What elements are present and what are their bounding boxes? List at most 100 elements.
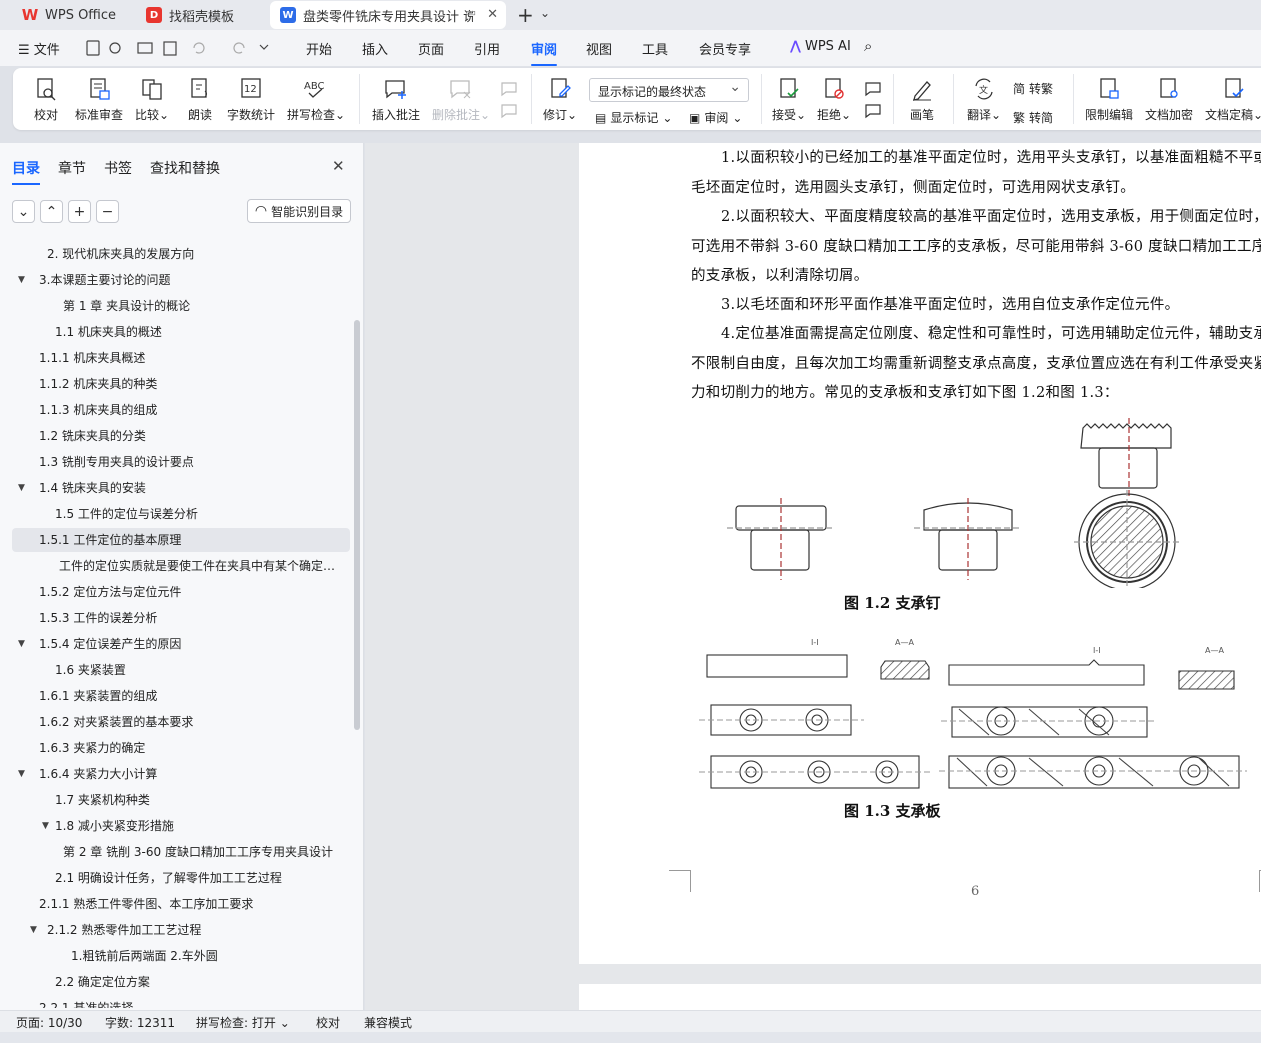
toc-item[interactable]: 2.2 确定定位方案 <box>12 970 350 994</box>
toc-item[interactable]: 2. 现代机床夹具的发展方向 <box>12 242 350 266</box>
comment-nav-icons[interactable] <box>499 80 519 120</box>
toc-item-label: 1.6 夹紧装置 <box>55 663 126 677</box>
tab-current-document[interactable]: W 盘类零件铣床专用夹具设计 说 ▭ ✕ <box>270 1 506 29</box>
nav-tab-bookmarks[interactable]: 书签 <box>104 158 132 178</box>
search-icon[interactable]: ⌕ <box>864 37 872 55</box>
toc-item[interactable]: 第 2 章 铣削 3-60 度缺口精加工工序专用夹具设计 <box>12 840 350 864</box>
proof-button[interactable]: 校对 <box>33 76 59 123</box>
reject-button[interactable]: 拒绝⌄ <box>817 76 851 123</box>
toc-item[interactable]: 1.2 铣床夹具的分类 <box>12 424 350 448</box>
toc-item[interactable]: 工件的定位实质就是要使工件在夹具中有某个确定的正确加工位置... <box>12 554 350 578</box>
tab-list-chevron-icon[interactable]: ⌄ <box>540 6 550 20</box>
toc-item[interactable]: ▼ 1.5.4 定位误差产生的原因 <box>12 632 350 656</box>
expand-triangle-icon[interactable]: ▼ <box>30 918 37 942</box>
toc-item[interactable]: ▼ 2.1.2 熟悉零件加工工艺过程 <box>12 918 350 942</box>
next-document-page[interactable] <box>579 984 1261 1010</box>
toc-item[interactable]: 1.1.3 机床夹具的组成 <box>12 398 350 422</box>
word-count-indicator[interactable]: 字数: 12311 <box>105 1014 175 1031</box>
read-aloud-button[interactable]: 朗读 <box>187 76 213 123</box>
compare-button[interactable]: 比较⌄ <box>135 76 169 123</box>
menu-tools[interactable]: 工具 <box>642 39 668 58</box>
remove-heading-button[interactable]: − <box>96 200 119 223</box>
toc-item[interactable]: 1.6.3 夹紧力的确定 <box>12 736 350 760</box>
collapse-all-button[interactable]: ⌄ <box>12 200 35 223</box>
close-pane-icon[interactable]: ✕ <box>332 157 345 175</box>
redo-icon <box>233 42 245 54</box>
menu-member[interactable]: 会员专享 <box>699 39 751 58</box>
toc-item[interactable]: 1.5.2 定位方法与定位元件 <box>12 580 350 604</box>
toc-item[interactable]: 1.5.3 工件的误差分析 <box>12 606 350 630</box>
accept-button[interactable]: 接受⌄ <box>772 76 806 123</box>
expand-triangle-icon[interactable]: ▼ <box>18 476 25 500</box>
smart-toc-button[interactable]: ◠ 智能识别目录 <box>247 199 351 223</box>
review-pane-button[interactable]: ▣ 审阅 ⌄ <box>689 109 742 126</box>
svg-text:12: 12 <box>244 84 257 95</box>
markup-state-dropdown[interactable]: 显示标记的最终状态 <box>589 78 749 102</box>
page-indicator[interactable]: 页面: 10/30 <box>16 1014 82 1031</box>
doc-finalize-button[interactable]: 文档定稿⌄ <box>1205 76 1261 123</box>
spell-check-button[interactable]: ABC 拼写检查⌄ <box>287 76 345 123</box>
expand-triangle-icon[interactable]: ▼ <box>18 762 25 786</box>
toc-item[interactable]: 1.6.1 夹紧装置的组成 <box>12 684 350 708</box>
wps-ai-button[interactable]: ⋀ WPS AI <box>790 39 851 54</box>
menu-review[interactable]: 审阅 <box>531 39 558 66</box>
pen-button[interactable]: 画笔 <box>909 76 935 123</box>
delete-comment-button[interactable]: 删除批注⌄ <box>432 76 490 123</box>
change-nav-icons[interactable] <box>863 80 883 120</box>
toc-item[interactable]: 2.1 明确设计任务，了解零件加工工艺过程 <box>12 866 350 890</box>
toc-item[interactable]: 1.6.2 对夹紧装置的基本要求 <box>12 710 350 734</box>
menu-view[interactable]: 视图 <box>586 39 612 58</box>
toc-item[interactable]: 1.5 工件的定位与误差分析 <box>12 502 350 526</box>
toc-item[interactable]: 1.粗铣前后两端面 2.车外圆 <box>12 944 350 968</box>
tab-docer-templates[interactable]: D 找稻壳模板 <box>136 1 262 29</box>
toc-item[interactable]: ▼ 1.8 减小夹紧变形措施 <box>12 814 350 838</box>
new-tab-button[interactable]: + <box>517 3 534 27</box>
toc-item-label: 第 1 章 夹具设计的概论 <box>63 299 191 313</box>
toc-item[interactable]: 第 1 章 夹具设计的概论 <box>12 294 350 318</box>
doc-encrypt-button[interactable]: 文档加密 <box>1145 76 1193 123</box>
add-heading-button[interactable]: + <box>68 200 91 223</box>
expand-triangle-icon[interactable]: ▼ <box>18 632 25 656</box>
menu-start[interactable]: 开始 <box>306 39 332 58</box>
toc-item[interactable]: ▼ 1.6.4 夹紧力大小计算 <box>12 762 350 786</box>
expand-up-button[interactable]: ⌃ <box>40 200 63 223</box>
tab-wps-office[interactable]: W WPS Office <box>12 1 128 29</box>
plate-a-section: A—A <box>880 638 930 680</box>
word-count-button[interactable]: 12 字数统计 <box>227 76 275 123</box>
close-tab-icon[interactable]: ✕ <box>487 7 498 22</box>
toc-item[interactable]: 1.1 机床夹具的概述 <box>12 320 350 344</box>
toc-item[interactable]: 2.2.1 基准的选择 <box>12 996 350 1008</box>
menu-insert[interactable]: 插入 <box>362 39 388 58</box>
toc-item[interactable]: 1.1.2 机床夹具的种类 <box>12 372 350 396</box>
file-menu[interactable]: ☰ 文件 <box>18 39 60 58</box>
toc-item[interactable]: 1.6 夹紧装置 <box>12 658 350 682</box>
to-traditional-button[interactable]: 简转繁 <box>1013 80 1053 97</box>
insert-comment-button[interactable]: 插入批注 <box>372 76 420 123</box>
document-page[interactable]: 1.以面积较小的已经加工的基准平面定位时，选用平头支承钉，以基准面粗糙不平或毛坯… <box>579 143 1261 964</box>
show-markup-button[interactable]: ▤ 显示标记 ⌄ <box>595 109 672 126</box>
toc-item[interactable]: 1.1.1 机床夹具概述 <box>12 346 350 370</box>
translate-button[interactable]: 文 翻译⌄ <box>967 76 1001 123</box>
toc-item[interactable]: 1.7 夹紧机构种类 <box>12 788 350 812</box>
nav-tab-toc[interactable]: 目录 <box>12 158 40 185</box>
spell-check-indicator[interactable]: 拼写检查: 打开 ⌄ <box>196 1014 290 1031</box>
restrict-edit-button[interactable]: 限制编辑 <box>1085 76 1133 123</box>
menu-page[interactable]: 页面 <box>418 39 444 58</box>
toc-item[interactable]: 1.5.1 工件定位的基本原理 <box>12 528 350 552</box>
standard-review-button[interactable]: 标准审查 <box>75 76 123 123</box>
toc-scrollbar[interactable] <box>354 320 360 730</box>
menu-references[interactable]: 引用 <box>474 39 500 58</box>
toc-item[interactable]: ▼ 1.4 铣床夹具的安装 <box>12 476 350 500</box>
toc-item[interactable]: 1.3 铣削专用夹具的设计要点 <box>12 450 350 474</box>
toc-item[interactable]: ▼ 3.本课题主要讨论的问题 <box>12 268 350 292</box>
to-simplified-button[interactable]: 繁转简 <box>1013 109 1053 126</box>
expand-triangle-icon[interactable]: ▼ <box>42 814 49 838</box>
nav-tab-chapters[interactable]: 章节 <box>58 158 86 178</box>
proof-indicator[interactable]: 校对 <box>316 1014 340 1031</box>
nav-tab-find-replace[interactable]: 查找和替换 <box>150 158 220 178</box>
figure-caption-1-3: 图 1.3 支承板 <box>844 802 941 820</box>
traditional-char-icon: 简 <box>1013 82 1026 96</box>
toc-item[interactable]: 2.1.1 熟悉工件零件图、本工序加工要求 <box>12 892 350 916</box>
expand-triangle-icon[interactable]: ▼ <box>18 268 25 292</box>
revise-button[interactable]: 修订⌄ <box>543 76 577 123</box>
